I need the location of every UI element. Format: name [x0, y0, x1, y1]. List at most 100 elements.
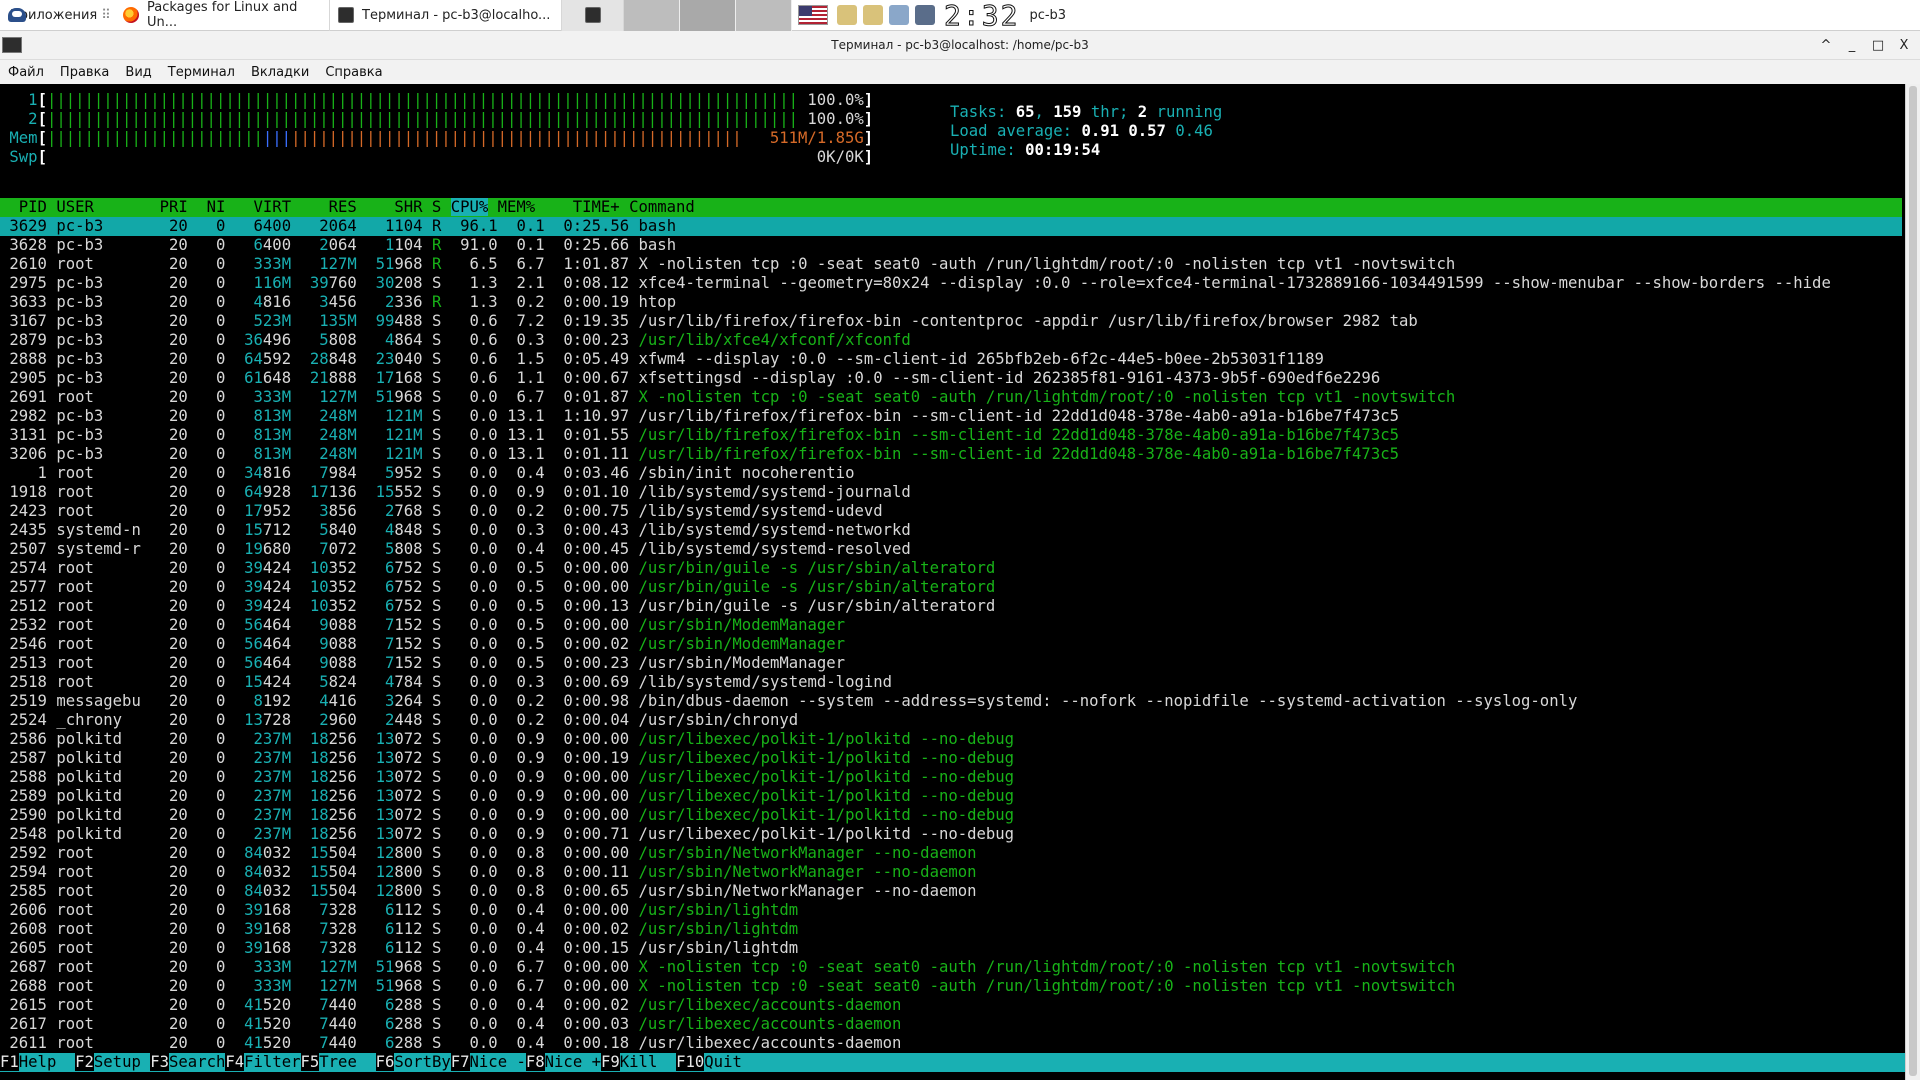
- tray-network-icon[interactable]: [889, 5, 909, 25]
- column-header-shr[interactable]: SHR: [357, 198, 422, 216]
- process-row[interactable]: 1 root 20 0 34816 7984 5952 S 0.0 0.4 0:…: [0, 464, 855, 483]
- workspace-button-4[interactable]: [736, 0, 792, 31]
- menu-edit[interactable]: Правка: [52, 65, 117, 80]
- process-row[interactable]: 2611 root 20 0 41520 7440 6288 S 0.0 0.4…: [0, 1034, 901, 1053]
- applications-menu-button[interactable]: Приложения ⠿: [0, 0, 115, 31]
- tray-clipboard-icon[interactable]: [863, 5, 883, 25]
- process-row[interactable]: 2888 pc-b3 20 0 64592 28848 23040 S 0.6 …: [0, 350, 1324, 369]
- fkey-f3[interactable]: F3Search: [150, 1053, 226, 1071]
- process-row[interactable]: 2608 root 20 0 39168 7328 6112 S 0.0 0.4…: [0, 920, 798, 939]
- process-row[interactable]: 2975 pc-b3 20 0 116M 39760 30208 S 1.3 2…: [0, 274, 1830, 293]
- process-row[interactable]: 2532 root 20 0 56464 9088 7152 S 0.0 0.5…: [0, 616, 845, 635]
- process-row[interactable]: 2605 root 20 0 39168 7328 6112 S 0.0 0.4…: [0, 939, 798, 958]
- column-header-res[interactable]: RES: [291, 198, 357, 216]
- fkey-f5[interactable]: F5Tree: [300, 1053, 376, 1071]
- menu-terminal[interactable]: Терминал: [160, 65, 243, 80]
- column-header-ni[interactable]: NI: [188, 198, 226, 216]
- process-row[interactable]: 2585 root 20 0 84032 15504 12800 S 0.0 0…: [0, 882, 976, 901]
- menu-view[interactable]: Вид: [117, 65, 159, 80]
- workspace-button-1[interactable]: [562, 0, 624, 31]
- process-row[interactable]: 3628 pc-b3 20 0 6400 2064 1104 R 91.0 0.…: [0, 236, 676, 255]
- column-header-cpu[interactable]: CPU%: [450, 198, 489, 216]
- process-row[interactable]: 2513 root 20 0 56464 9088 7152 S 0.0 0.5…: [0, 654, 845, 673]
- terminal-area[interactable]: 1[||||||||||||||||||||||||||||||||||||||…: [0, 84, 1905, 1080]
- tray-display-icon[interactable]: [915, 5, 935, 25]
- column-header-user[interactable]: USER: [56, 198, 150, 216]
- process-row[interactable]: 2617 root 20 0 41520 7440 6288 S 0.0 0.4…: [0, 1015, 901, 1034]
- window-close-button[interactable]: X: [1894, 36, 1914, 56]
- process-row[interactable]: 2577 root 20 0 39424 10352 6752 S 0.0 0.…: [0, 578, 995, 597]
- process-row[interactable]: 2574 root 20 0 39424 10352 6752 S 0.0 0.…: [0, 559, 995, 578]
- menu-file[interactable]: Файл: [0, 65, 52, 80]
- process-row[interactable]: 2691 root 20 0 333M 127M 51968 S 0.0 6.7…: [0, 388, 1455, 407]
- column-header-s[interactable]: S: [423, 198, 451, 216]
- process-row[interactable]: 2435 systemd-n 20 0 15712 5840 4848 S 0.…: [0, 521, 910, 540]
- keyboard-layout-flag-icon[interactable]: [798, 5, 828, 25]
- process-row[interactable]: 2423 root 20 0 17952 3856 2768 S 0.0 0.2…: [0, 502, 882, 521]
- process-row[interactable]: 2586 polkitd 20 0 237M 18256 13072 S 0.0…: [0, 730, 1014, 749]
- scrollbar-thumb[interactable]: [1909, 86, 1917, 1076]
- process-row[interactable]: 2606 root 20 0 39168 7328 6112 S 0.0 0.4…: [0, 901, 798, 920]
- window-maximize-button[interactable]: □: [1868, 36, 1888, 56]
- process-row[interactable]: 3629 pc-b3 20 0 6400 2064 1104 R 96.1 0.…: [0, 217, 1902, 236]
- column-header-mem[interactable]: MEM%: [488, 198, 536, 216]
- column-header-command[interactable]: Command: [629, 198, 695, 216]
- process-table-header[interactable]: PID USER PRI NI VIRT RES SHR S CPU% MEM%…: [0, 198, 1902, 217]
- workspace-button-2[interactable]: [624, 0, 680, 31]
- workspace-button-3[interactable]: [680, 0, 736, 31]
- process-row[interactable]: 2688 root 20 0 333M 127M 51968 S 0.0 6.7…: [0, 977, 1455, 996]
- panel-user[interactable]: pc-b3: [1029, 8, 1066, 23]
- process-row[interactable]: 2587 polkitd 20 0 237M 18256 13072 S 0.0…: [0, 749, 1014, 768]
- column-header-time[interactable]: TIME+: [535, 198, 629, 216]
- process-row[interactable]: 2905 pc-b3 20 0 61648 21888 17168 S 0.6 …: [0, 369, 1380, 388]
- fkey-f10[interactable]: F10Quit: [676, 1053, 742, 1071]
- meter-swp: Swp[ 0K/0K]: [0, 148, 874, 166]
- fkey-f2[interactable]: F2Setup: [75, 1053, 151, 1071]
- process-row[interactable]: 2589 polkitd 20 0 237M 18256 13072 S 0.0…: [0, 787, 1014, 806]
- window-shade-button[interactable]: ^: [1816, 36, 1836, 56]
- process-row[interactable]: 2518 root 20 0 15424 5824 4784 S 0.0 0.3…: [0, 673, 892, 692]
- firefox-icon: [123, 7, 139, 23]
- fkey-f1[interactable]: F1Help: [0, 1053, 76, 1071]
- tray-settings-icon[interactable]: [837, 5, 857, 25]
- process-row[interactable]: 2588 polkitd 20 0 237M 18256 13072 S 0.0…: [0, 768, 1014, 787]
- column-header-pri[interactable]: PRI: [150, 198, 188, 216]
- process-row[interactable]: 2592 root 20 0 84032 15504 12800 S 0.0 0…: [0, 844, 976, 863]
- panel-clock[interactable]: 2:32: [943, 0, 1019, 32]
- process-row[interactable]: 2982 pc-b3 20 0 813M 248M 121M S 0.0 13.…: [0, 407, 1399, 426]
- process-row[interactable]: 1918 root 20 0 64928 17136 15552 S 0.0 0…: [0, 483, 910, 502]
- process-row[interactable]: 2519 messagebu 20 0 8192 4416 3264 S 0.0…: [0, 692, 1577, 711]
- process-row[interactable]: 3167 pc-b3 20 0 523M 135M 99488 S 0.6 7.…: [0, 312, 1417, 331]
- window-minimize-button[interactable]: _: [1842, 36, 1862, 56]
- fkey-f4[interactable]: F4Filter: [225, 1053, 301, 1071]
- function-key-bar: F1Help F2Setup F3SearchF4FilterF5Tree F6…: [0, 1053, 1905, 1072]
- taskbar-button-firefox[interactable]: Packages for Linux and Un...: [115, 0, 330, 31]
- menu-tabs[interactable]: Вкладки: [243, 65, 317, 80]
- fkey-f8[interactable]: F8Nice +: [525, 1053, 601, 1071]
- process-row[interactable]: 2879 pc-b3 20 0 36496 5808 4864 S 0.6 0.…: [0, 331, 910, 350]
- taskbar-button-terminal[interactable]: Терминал - pc-b3@localho...: [330, 0, 562, 31]
- process-row[interactable]: 2507 systemd-r 20 0 19680 7072 5808 S 0.…: [0, 540, 910, 559]
- window-titlebar[interactable]: Терминал - pc-b3@localhost: /home/pc-b3 …: [0, 31, 1920, 60]
- column-header-virt[interactable]: VIRT: [225, 198, 292, 216]
- menu-help[interactable]: Справка: [317, 65, 390, 80]
- process-row[interactable]: 2615 root 20 0 41520 7440 6288 S 0.0 0.4…: [0, 996, 901, 1015]
- htop-load-average: Load average: 0.91 0.57 0.46: [950, 122, 1213, 140]
- fkey-f6[interactable]: F6SortBy: [375, 1053, 451, 1071]
- process-row[interactable]: 2548 polkitd 20 0 237M 18256 13072 S 0.0…: [0, 825, 1014, 844]
- process-row[interactable]: 2524 _chrony 20 0 13728 2960 2448 S 0.0 …: [0, 711, 798, 730]
- process-row[interactable]: 2590 polkitd 20 0 237M 18256 13072 S 0.0…: [0, 806, 1014, 825]
- process-row[interactable]: 2687 root 20 0 333M 127M 51968 S 0.0 6.7…: [0, 958, 1455, 977]
- terminal-scrollbar[interactable]: [1905, 84, 1920, 1080]
- process-row[interactable]: 2546 root 20 0 56464 9088 7152 S 0.0 0.5…: [0, 635, 845, 654]
- process-row[interactable]: 3131 pc-b3 20 0 813M 248M 121M S 0.0 13.…: [0, 426, 1399, 445]
- process-row[interactable]: 3206 pc-b3 20 0 813M 248M 121M S 0.0 13.…: [0, 445, 1399, 464]
- process-row[interactable]: 3633 pc-b3 20 0 4816 3456 2336 R 1.3 0.2…: [0, 293, 676, 312]
- fkey-f9[interactable]: F9Kill: [601, 1053, 677, 1071]
- process-row[interactable]: 2610 root 20 0 333M 127M 51968 R 6.5 6.7…: [0, 255, 1455, 274]
- process-row[interactable]: 2512 root 20 0 39424 10352 6752 S 0.0 0.…: [0, 597, 995, 616]
- fkey-f7[interactable]: F7Nice -: [450, 1053, 526, 1071]
- column-header-pid[interactable]: PID: [0, 198, 56, 216]
- process-row[interactable]: 2594 root 20 0 84032 15504 12800 S 0.0 0…: [0, 863, 976, 882]
- window-controls: ^ _ □ X: [1810, 31, 1914, 60]
